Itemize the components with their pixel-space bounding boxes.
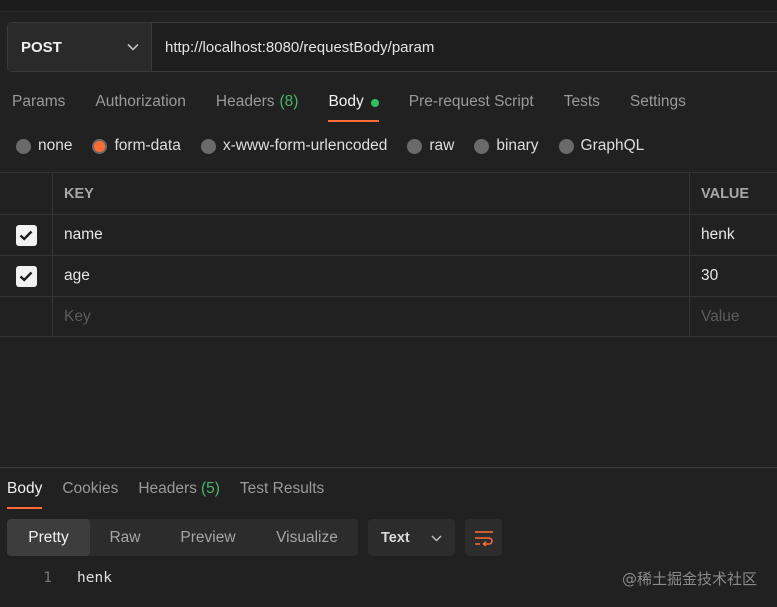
view-preview-button[interactable]: Preview [160,519,256,556]
radio-raw[interactable]: raw [407,137,454,155]
chevron-down-icon [127,38,139,56]
key-placeholder-cell[interactable]: Key [53,297,690,336]
table-row-new: Key Value [0,296,777,337]
view-pretty-button[interactable]: Pretty [7,519,90,556]
view-raw-button[interactable]: Raw [90,519,160,556]
view-mode-segmented: Pretty Raw Preview Visualize [7,519,358,556]
response-tab-test-results[interactable]: Test Results [240,476,324,509]
view-visualize-button[interactable]: Visualize [256,519,358,556]
response-text[interactable]: henk [77,570,112,586]
url-input[interactable] [152,23,777,71]
line-number: 1 [43,570,52,586]
radio-x-www-form-urlencoded[interactable]: x-www-form-urlencoded [200,137,387,155]
tab-pre-request-script[interactable]: Pre-request Script [409,88,534,122]
tab-authorization[interactable]: Authorization [95,88,185,122]
key-column-header: KEY [53,173,690,214]
body-type-radios: none form-data x-www-form-urlencoded raw… [16,137,664,155]
value-placeholder-cell[interactable]: Value [690,297,777,336]
format-select[interactable]: Text [368,519,455,556]
row-checkbox[interactable] [15,265,37,287]
request-url-bar: POST [7,22,777,72]
response-headers-count: (5) [200,480,220,497]
top-strip [0,0,777,12]
value-cell[interactable]: 30 [690,256,777,296]
wrap-lines-button[interactable] [465,519,502,556]
method-label: POST [21,38,62,56]
chevron-down-icon [431,530,442,546]
key-cell[interactable]: name [53,215,690,255]
tab-settings[interactable]: Settings [630,88,686,122]
response-body: 1 henk [0,570,112,586]
response-tab-cookies[interactable]: Cookies [62,476,118,509]
checkmark-icon [19,230,33,241]
tab-body[interactable]: Body [328,88,380,122]
radio-button[interactable] [474,138,490,154]
request-tabs: Params Authorization Headers (8) Body Pre… [12,88,716,122]
table-row: age 30 [0,255,777,296]
headers-count: (8) [279,93,299,110]
response-tab-headers[interactable]: Headers (5) [138,476,220,509]
radio-button[interactable] [407,138,423,154]
checkmark-icon [19,271,33,282]
value-column-header: VALUE [701,185,750,202]
tab-tests[interactable]: Tests [564,88,600,122]
wrap-lines-icon [474,530,493,546]
key-cell[interactable]: age [53,256,690,296]
table-row: name henk [0,214,777,255]
radio-binary[interactable]: binary [474,137,539,155]
watermark: @稀土掘金技术社区 [621,570,757,588]
method-select[interactable]: POST [8,23,152,71]
tab-headers[interactable]: Headers (8) [216,88,299,122]
table-header: KEY VALUE [0,172,777,214]
form-data-table: KEY VALUE name henk age 30 Key Value [0,172,777,337]
response-tabs: Body Cookies Headers (5) Test Results [7,476,344,509]
radio-button[interactable] [200,138,216,154]
radio-graphql[interactable]: GraphQL [558,137,644,155]
response-view-bar: Pretty Raw Preview Visualize Text [7,519,502,556]
row-checkbox[interactable] [15,224,37,246]
radio-form-data[interactable]: form-data [92,137,181,155]
radio-button[interactable] [558,138,574,154]
value-cell[interactable]: henk [690,215,777,255]
response-divider[interactable] [0,467,777,468]
status-dot-icon [370,99,379,107]
radio-button-selected[interactable] [92,138,108,154]
radio-button[interactable] [16,138,31,154]
format-select-label: Text [381,529,410,546]
tab-params[interactable]: Params [12,88,65,122]
response-tab-body[interactable]: Body [7,476,43,509]
radio-none[interactable]: none [16,137,72,155]
